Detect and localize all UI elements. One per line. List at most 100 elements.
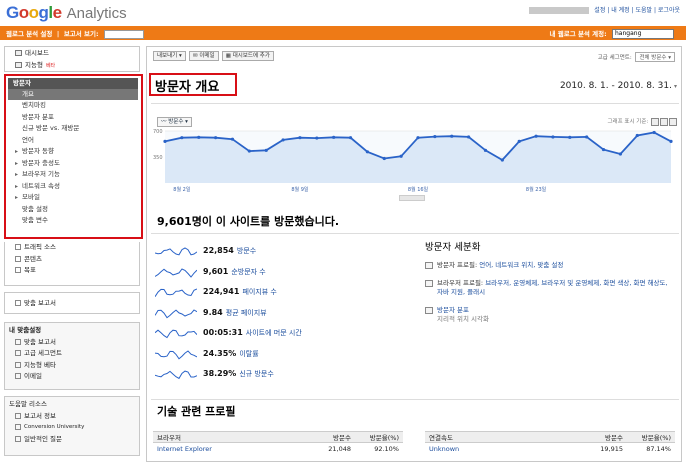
sidebar-item-intelligence[interactable]: 지능형 베타 bbox=[5, 59, 139, 71]
divider bbox=[151, 103, 679, 104]
stat-row: 9,601 순방문자 수 bbox=[155, 264, 417, 285]
data-point bbox=[399, 154, 403, 158]
stat-text: 24.35% 이탈률 bbox=[203, 349, 259, 359]
chart-resize-handle[interactable] bbox=[399, 195, 425, 201]
help-link[interactable]: 도움말 bbox=[636, 7, 653, 14]
stat-value: 224,941 bbox=[203, 287, 240, 296]
sidebar-item-email[interactable]: 이메일 bbox=[5, 371, 139, 383]
settings-link[interactable]: 설정 bbox=[594, 7, 605, 14]
google-analytics-logo[interactable]: Google Analytics bbox=[6, 3, 127, 23]
sidebar-top-nav: 대시보드 지능형 베타 bbox=[4, 46, 140, 72]
help-item-conversion-university[interactable]: Conversion University bbox=[5, 422, 139, 434]
sidebar-item-custom-report[interactable]: 맞춤 보고서 bbox=[5, 337, 139, 349]
dashboard-icon bbox=[15, 50, 22, 56]
help-item-common-questions[interactable]: 일반적인 질문 bbox=[5, 434, 139, 446]
stat-label-link[interactable]: 방문수 bbox=[237, 247, 256, 255]
browser-icon bbox=[425, 280, 433, 287]
sidebar-item-visitors[interactable]: 방문자 bbox=[8, 78, 138, 89]
stat-value: 24.35% bbox=[203, 348, 237, 358]
map-overlay-link[interactable]: 방문자 분포 bbox=[437, 306, 469, 314]
sidebar-item-goals[interactable]: 목표 bbox=[5, 265, 139, 277]
sidebar-item-overview[interactable]: 개요 bbox=[8, 89, 138, 100]
data-point bbox=[551, 135, 555, 139]
sidebar-item-browser-capabilities[interactable]: 브라우저 기능 bbox=[8, 169, 138, 181]
sparkline-icon bbox=[155, 329, 197, 339]
metric-select[interactable]: 〰 방문수 ▾ bbox=[157, 117, 192, 127]
browser-link[interactable]: Internet Explorer bbox=[157, 445, 212, 453]
sidebar-item-traffic-sources[interactable]: 트래픽 소스 bbox=[5, 242, 139, 254]
my-account-link[interactable]: 내 계정 bbox=[611, 7, 629, 14]
data-point bbox=[500, 158, 504, 162]
sidebar-item-benchmarking[interactable]: 벤치마킹 bbox=[8, 100, 138, 112]
chevron-down-icon: ▾ bbox=[673, 83, 677, 90]
account-select[interactable]: hangang bbox=[612, 29, 674, 39]
sidebar-item-new-vs-returning[interactable]: 신규 방문 vs. 재방문 bbox=[8, 123, 138, 135]
data-point bbox=[534, 134, 538, 138]
email-button[interactable]: ✉ 이메일 bbox=[188, 51, 219, 61]
stat-text: 224,941 페이지뷰 수 bbox=[203, 287, 277, 297]
chart-header: 〰 방문수 ▾ 그래프 표시 기준: bbox=[153, 117, 677, 127]
report-view-label: 보고서 보기: bbox=[63, 30, 99, 38]
sidebar-item-custom-reports[interactable]: 맞춤 보고서 bbox=[5, 298, 139, 310]
sidebar-item-mobile[interactable]: 모바일 bbox=[8, 192, 138, 204]
stat-label-link[interactable]: 이탈률 bbox=[239, 350, 258, 358]
date-range-picker[interactable]: 2010. 8. 1. - 2010. 8. 31. ▾ bbox=[560, 81, 677, 91]
visitor-segmentation: 방문자 세분화 방문자 프로필: 언어, 네트워크 위치, 맞춤 설정 브라우저… bbox=[425, 239, 675, 333]
add-to-dashboard-button[interactable]: ▦ 대시보드에 추가 bbox=[221, 51, 274, 61]
stat-label-link[interactable]: 신규 방문수 bbox=[239, 370, 273, 378]
sparkline-icon bbox=[155, 247, 197, 256]
help-resources-title: 도움말 리소스 bbox=[9, 400, 47, 408]
help-item-about-report[interactable]: 보고서 정보 bbox=[5, 411, 139, 423]
graph-day-button[interactable] bbox=[651, 117, 659, 126]
data-point bbox=[652, 130, 656, 135]
sparkline-icon bbox=[155, 308, 197, 318]
x-tick-label: 8월 2일 bbox=[173, 186, 191, 193]
connection-speed-link[interactable]: Unknown bbox=[429, 445, 459, 453]
goals-icon bbox=[15, 267, 21, 273]
data-point bbox=[585, 135, 589, 139]
sidebar-item-dashboard[interactable]: 대시보드 bbox=[5, 47, 139, 59]
visitor-profile-links[interactable]: 언어, 네트워크 위치, 맞춤 설정 bbox=[479, 261, 563, 269]
sidebar-item-intelligence-beta[interactable]: 지능형 베타 bbox=[5, 360, 139, 372]
sidebar-item-advanced-segments[interactable]: 고급 세그먼트 bbox=[5, 348, 139, 360]
account-bar: 웹로그 분석 설정 | 보고서 보기: 내 웹로그 분석 계정: hangang bbox=[0, 26, 686, 40]
sidebar-item-user-defined[interactable]: 맞춤 설정 bbox=[8, 204, 138, 216]
logout-link[interactable]: 로그아웃 bbox=[658, 7, 680, 14]
analytics-settings-link[interactable]: 웹로그 분석 설정 bbox=[6, 30, 52, 38]
question-icon bbox=[15, 435, 21, 442]
globe-icon bbox=[425, 307, 433, 314]
stat-label-link[interactable]: 순방문자 수 bbox=[231, 268, 265, 276]
stat-label-link[interactable]: 평균 페이지뷰 bbox=[226, 309, 267, 317]
sidebar-item-visitor-loyalty[interactable]: 방문자 충성도 bbox=[8, 158, 138, 170]
sidebar-item-map-overlay[interactable]: 방문자 분포 bbox=[8, 112, 138, 124]
stat-value: 9,601 bbox=[203, 266, 229, 276]
sparkline-icon bbox=[155, 288, 197, 297]
x-tick-label: 8월 16일 bbox=[408, 186, 429, 193]
sidebar-item-network-properties[interactable]: 네트워크 속성 bbox=[8, 181, 138, 193]
my-customizations-title: 내 맞춤설정 bbox=[9, 326, 42, 334]
data-point bbox=[416, 136, 420, 140]
stat-row: 38.29% 신규 방문수 bbox=[155, 366, 417, 387]
stat-label-link[interactable]: 사이트에 머문 시간 bbox=[246, 329, 302, 337]
stat-label-link[interactable]: 페이지뷰 수 bbox=[242, 288, 276, 296]
y-tick-label: 700 bbox=[153, 129, 163, 135]
graph-week-button[interactable] bbox=[660, 117, 668, 126]
profile-select[interactable] bbox=[103, 29, 144, 39]
visitors-menu: 방문자 개요 벤치마킹 방문자 분포 신규 방문 vs. 재방문 언어 방문자 … bbox=[8, 78, 138, 227]
sidebar-item-custom-variables[interactable]: 맞춤 변수 bbox=[8, 215, 138, 227]
stat-value: 00:05:31 bbox=[203, 328, 243, 337]
sidebar-item-languages[interactable]: 언어 bbox=[8, 135, 138, 147]
graph-month-button[interactable] bbox=[669, 117, 677, 126]
report-icon bbox=[15, 338, 21, 345]
stat-row: 24.35% 이탈률 bbox=[155, 346, 417, 367]
data-point bbox=[450, 134, 454, 138]
intelligence-icon bbox=[15, 361, 21, 368]
export-button[interactable]: 내보내기 ▾ bbox=[153, 51, 186, 61]
sidebar-item-content[interactable]: 콘텐츠 bbox=[5, 254, 139, 266]
segment-select[interactable]: 전체 방문수 ▾ bbox=[635, 52, 675, 62]
traffic-icon bbox=[15, 244, 21, 250]
sidebar-item-visitor-trending[interactable]: 방문자 동향 bbox=[8, 146, 138, 158]
header: Google Analytics 설정 | 내 계정 | 도움말 | 로그아웃 bbox=[0, 0, 686, 26]
segment-icon bbox=[15, 350, 21, 356]
stat-row: 9.84 평균 페이지뷰 bbox=[155, 305, 417, 326]
